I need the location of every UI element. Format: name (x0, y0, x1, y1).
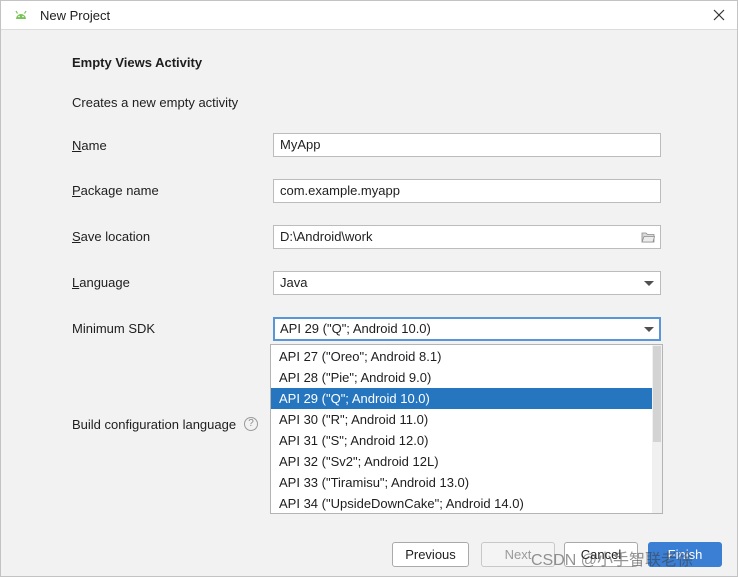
sdk-option[interactable]: API 28 ("Pie"; Android 9.0) (271, 367, 653, 388)
new-project-dialog: New Project Empty Views Activity Creates… (0, 0, 738, 577)
watermark: CSDN @小手智联老徐 (531, 552, 694, 569)
popup-scrollbar-thumb[interactable] (653, 346, 661, 442)
sdk-option[interactable]: API 31 ("S"; Android 12.0) (271, 430, 653, 451)
name-label: Name (72, 138, 107, 153)
close-icon[interactable] (712, 8, 726, 22)
language-label: Language (72, 275, 130, 290)
previous-button[interactable]: Previous (392, 542, 469, 567)
sdk-option[interactable]: API 33 ("Tiramisu"; Android 13.0) (271, 472, 653, 493)
title-bar: New Project (1, 1, 737, 30)
sdk-option[interactable]: API 30 ("R"; Android 11.0) (271, 409, 653, 430)
language-dropdown[interactable]: Java (273, 271, 661, 295)
package-name-label: Package name (72, 183, 159, 198)
window-title: New Project (40, 8, 111, 23)
name-field[interactable]: MyApp (273, 133, 661, 157)
build-config-label: Build configuration language (72, 417, 237, 432)
popup-scrollbar[interactable] (652, 345, 662, 513)
sdk-option[interactable]: API 32 ("Sv2"; Android 12L) (271, 451, 653, 472)
chevron-down-icon (644, 281, 654, 286)
template-description: Creates a new empty activity (72, 95, 239, 110)
folder-icon[interactable] (641, 231, 655, 243)
minimum-sdk-dropdown[interactable]: API 29 ("Q"; Android 10.0) (273, 317, 661, 341)
sdk-option[interactable]: API 34 ("UpsideDownCake"; Android 14.0) (271, 493, 653, 514)
template-title: Empty Views Activity (72, 55, 203, 70)
sdk-popup-list: API 27 ("Oreo"; Android 8.1) API 28 ("Pi… (270, 344, 663, 514)
android-icon (15, 10, 27, 19)
save-location-label: Save location (72, 229, 151, 244)
package-name-field[interactable]: com.example.myapp (273, 179, 661, 203)
minimum-sdk-label: Minimum SDK (72, 321, 156, 336)
sdk-option-selected[interactable]: API 29 ("Q"; Android 10.0) (271, 388, 653, 409)
save-location-field[interactable]: D:\Android\work (273, 225, 661, 249)
sdk-option[interactable]: API 27 ("Oreo"; Android 8.1) (271, 346, 653, 367)
help-icon[interactable]: ? (244, 417, 258, 431)
chevron-down-icon (644, 327, 654, 332)
